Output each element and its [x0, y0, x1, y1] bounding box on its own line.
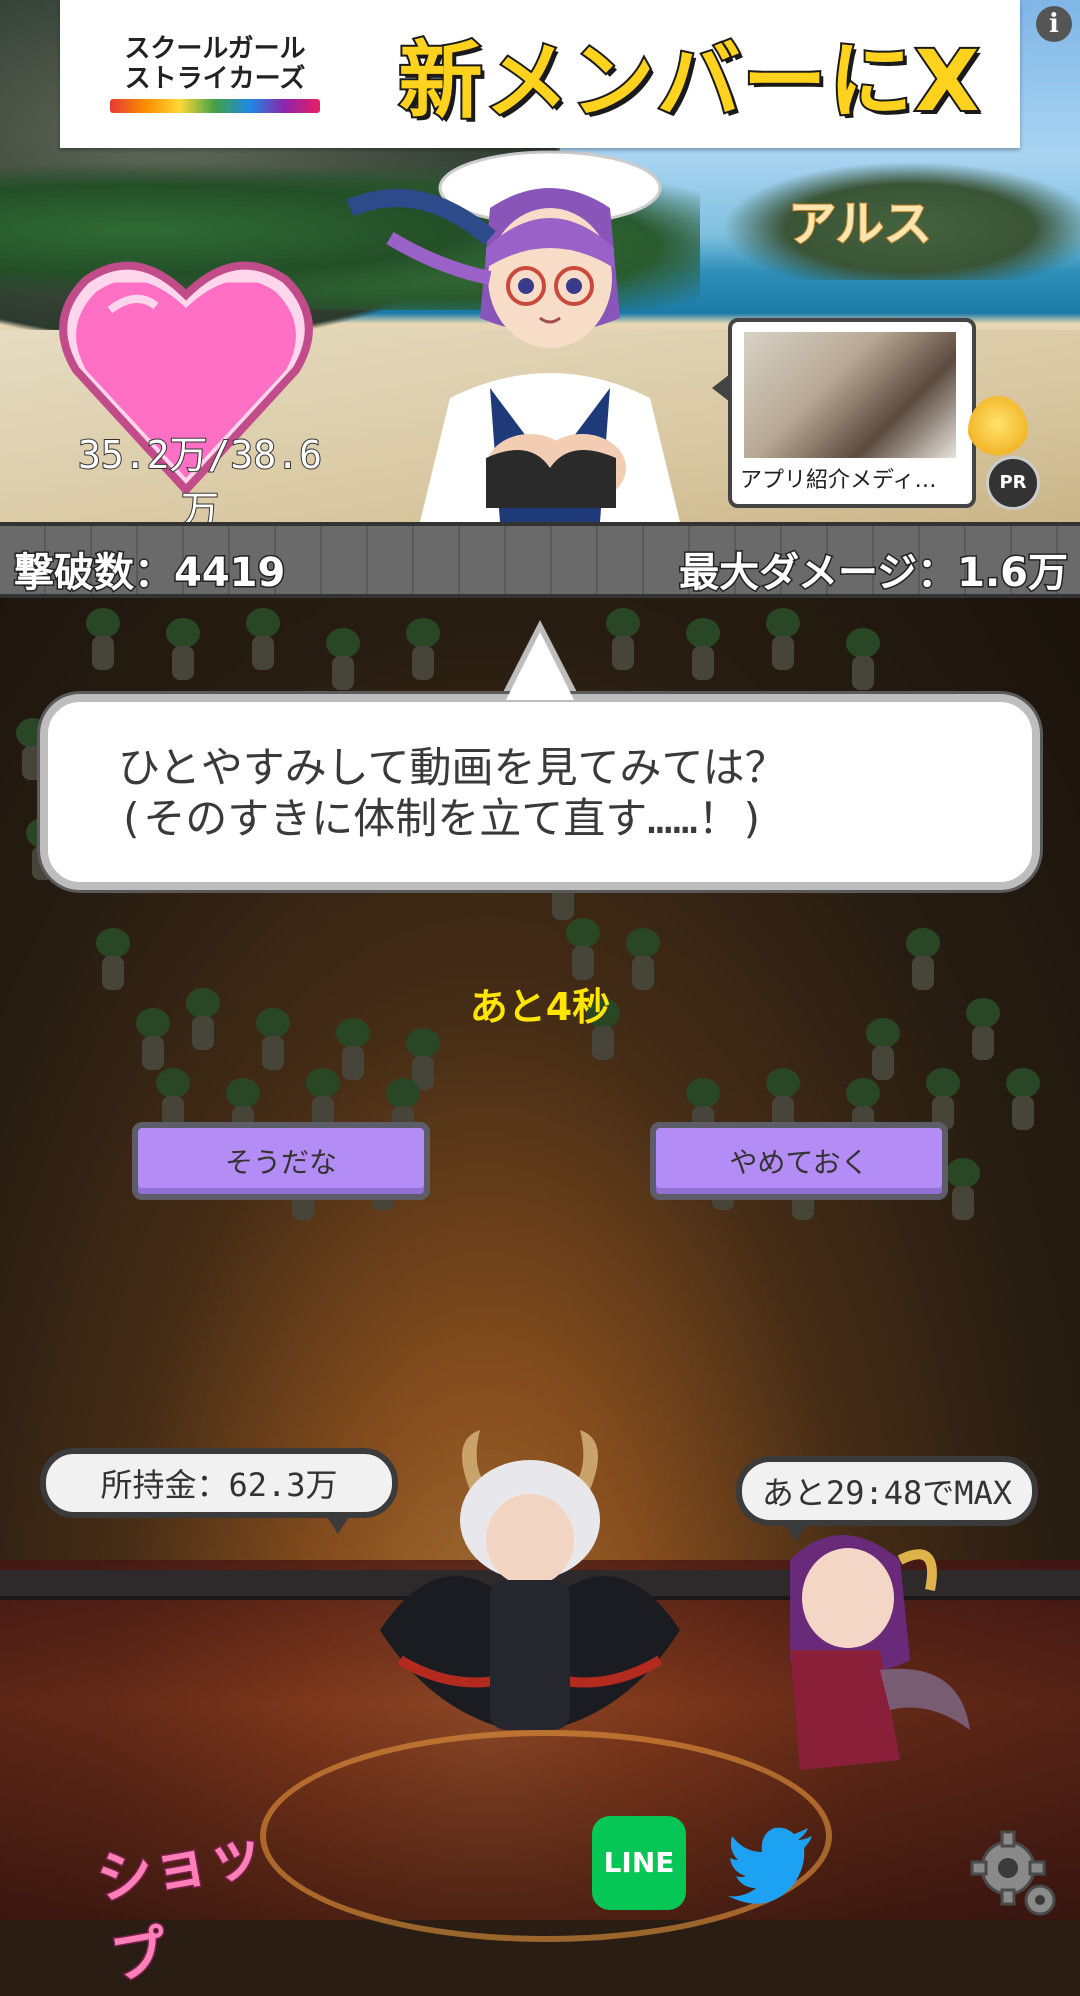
ad-banner[interactable]: スクールガール ストライカーズ 新メンバーにX i	[60, 0, 1072, 148]
pr-card-thumbnail	[744, 332, 956, 458]
succubus-sprite[interactable]	[730, 1520, 990, 1780]
countdown-text: あと4秒	[469, 985, 611, 1029]
money-text: 所持金：62.3万	[100, 1466, 338, 1504]
dialog-message: ひとやすみして動画を見てみては？ (そのすきに体制を立て直す……！)	[118, 742, 998, 844]
money-bubble-tail	[324, 1512, 352, 1534]
ad-logo-rainbow	[110, 98, 320, 113]
ad-logo: スクールガール ストライカーズ	[74, 28, 356, 120]
dialog-tail	[506, 632, 574, 700]
ad-logo-line2: ストライカーズ	[124, 64, 306, 94]
money-bubble: 所持金：62.3万	[40, 1448, 398, 1534]
info-icon[interactable]: i	[1036, 6, 1072, 42]
devil-lord-sprite[interactable]	[360, 1430, 700, 1750]
dialog-line-2: (そのすきに体制を立て直す……！)	[118, 794, 766, 844]
pr-badge[interactable]: PR	[986, 456, 1040, 510]
pr-card-caption: アプリ紹介メディ…	[740, 468, 937, 493]
line-icon[interactable]: LINE	[592, 1816, 686, 1910]
ad-logo-line1: スクールガール	[124, 34, 306, 65]
pr-card[interactable]: アプリ紹介メディ…	[712, 318, 976, 508]
gear-icon[interactable]	[966, 1826, 1058, 1918]
stamina-bubble-tail	[782, 1520, 810, 1542]
stats-bar: 撃破数：4419 最大ダメージ：1.6万	[0, 522, 1080, 598]
boss-name: アルス	[787, 195, 933, 253]
battle-scene-background: 35.2万/38.6万 アルス スクールガール ストライカーズ 新メンバーにX …	[0, 0, 1080, 522]
kill-count: 撃破数：4419	[12, 549, 286, 598]
stamina-timer-bubble: あと29:48でMAX	[736, 1456, 1038, 1542]
ad-headline: 新メンバーにX	[397, 30, 982, 132]
yes-button[interactable]: そうだな	[132, 1122, 430, 1200]
no-button[interactable]: やめておく	[650, 1122, 948, 1200]
pr-card-pointer	[712, 374, 730, 402]
stamina-timer-text: あと29:48でMAX	[761, 1474, 1013, 1512]
boss-sprite[interactable]	[300, 148, 760, 522]
max-damage: 最大ダメージ：1.6万	[678, 549, 1070, 598]
boss-hp-text: 35.2万/38.6万	[77, 432, 323, 522]
twitter-bird-icon[interactable]	[728, 1824, 814, 1904]
dialog-box: ひとやすみして動画を見てみては？ (そのすきに体制を立て直す……！)	[40, 694, 1040, 890]
pr-mascot-icon	[968, 396, 1028, 466]
dialog-line-1: ひとやすみして動画を見てみては？	[118, 743, 787, 792]
